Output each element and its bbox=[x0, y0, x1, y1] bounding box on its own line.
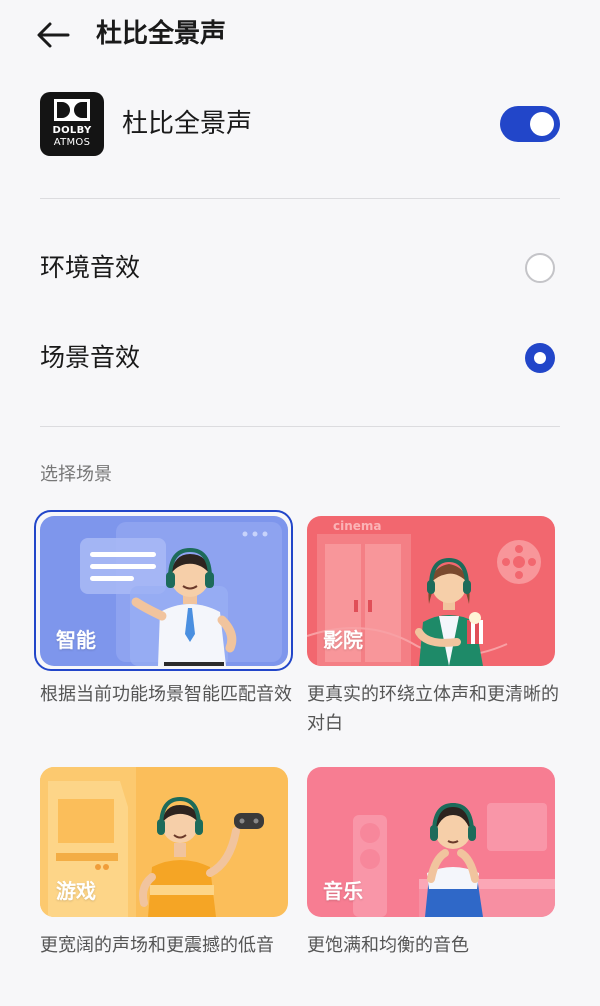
scene-description: 更饱满和均衡的音色 bbox=[307, 935, 469, 956]
scene-label: 游戏 bbox=[56, 879, 96, 903]
scene-card-cinema[interactable]: cinema 影院 bbox=[307, 516, 555, 666]
option-scene-effect[interactable]: 场景音效 bbox=[40, 328, 560, 388]
dolby-atmos-logo: DOLBY ATMOS bbox=[40, 92, 104, 156]
dolby-double-d-icon bbox=[54, 99, 90, 121]
scene-card-game[interactable]: 游戏 bbox=[40, 767, 288, 917]
option-ambient-effect[interactable]: 环境音效 bbox=[40, 238, 560, 298]
page-title: 杜比全景声 bbox=[96, 19, 227, 49]
divider bbox=[40, 426, 560, 427]
option-label: 场景音效 bbox=[40, 343, 141, 372]
radio-button-unselected[interactable] bbox=[525, 253, 555, 283]
divider bbox=[40, 198, 560, 199]
scene-label: 影院 bbox=[323, 628, 363, 652]
cinema-sign-text: cinema bbox=[333, 519, 382, 533]
dolby-logo-text: DOLBY bbox=[52, 125, 92, 136]
dolby-atmos-row: DOLBY ATMOS 杜比全景声 bbox=[40, 92, 560, 158]
atmos-logo-text: ATMOS bbox=[53, 137, 91, 148]
toggle-knob bbox=[530, 112, 554, 136]
radio-button-selected[interactable] bbox=[525, 343, 555, 373]
scene-description: 根据当前功能场景智能匹配音效 bbox=[40, 684, 292, 705]
dolby-atmos-toggle[interactable] bbox=[500, 106, 560, 142]
scene-description: 更真实的环绕立体声和更清晰的对白 bbox=[307, 684, 559, 734]
dolby-atmos-label: 杜比全景声 bbox=[122, 109, 253, 139]
top-bar: 杜比全景声 bbox=[0, 0, 600, 70]
option-label: 环境音效 bbox=[40, 253, 141, 282]
back-arrow-icon[interactable] bbox=[34, 18, 74, 52]
scene-label: 智能 bbox=[56, 628, 96, 652]
scene-description: 更宽阔的声场和更震撼的低音 bbox=[40, 935, 274, 956]
scene-card-music[interactable]: 音乐 bbox=[307, 767, 555, 917]
section-title: 选择场景 bbox=[40, 464, 112, 485]
scene-card-smart[interactable]: 智能 bbox=[40, 516, 288, 666]
scene-label: 音乐 bbox=[323, 879, 363, 903]
